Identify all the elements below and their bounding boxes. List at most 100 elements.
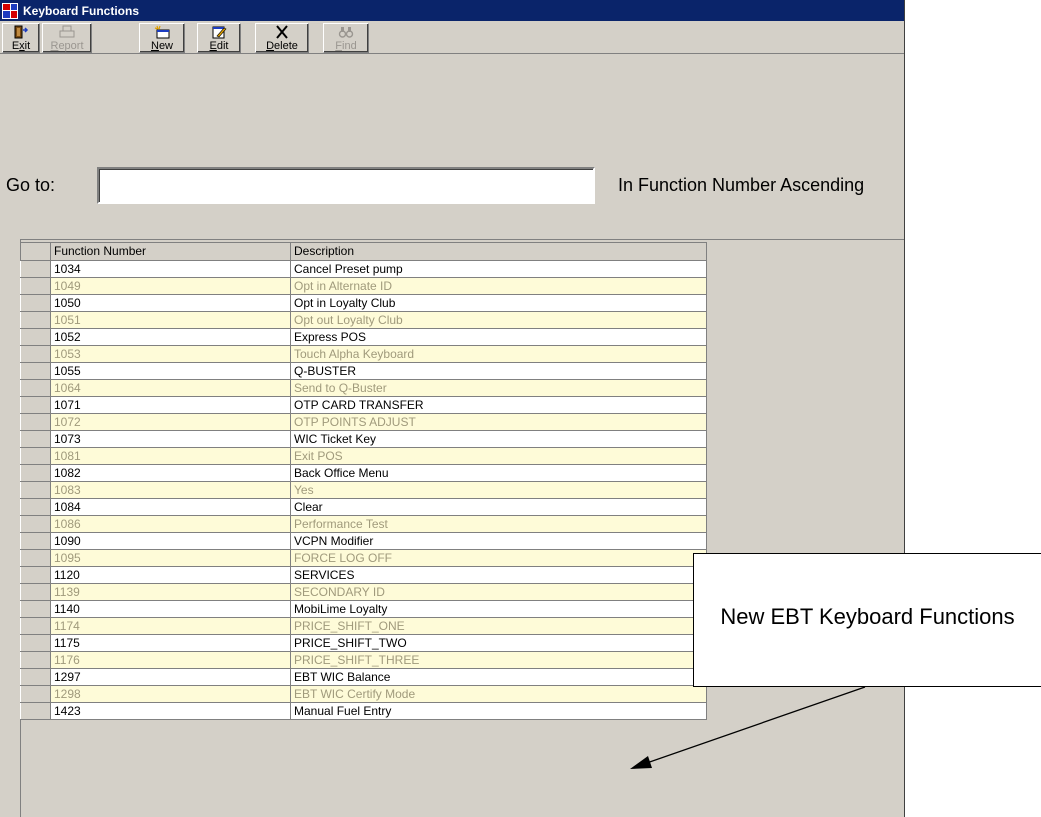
- function-number-cell[interactable]: 1175: [50, 634, 291, 652]
- description-cell[interactable]: SERVICES: [290, 566, 707, 584]
- row-selector[interactable]: [20, 464, 51, 482]
- table-row[interactable]: 1298 EBT WIC Certify Mode: [20, 685, 707, 703]
- goto-input[interactable]: [97, 167, 595, 204]
- row-selector[interactable]: [20, 634, 51, 652]
- table-row[interactable]: 1073 WIC Ticket Key: [20, 430, 707, 448]
- description-cell[interactable]: PRICE_SHIFT_ONE: [290, 617, 707, 635]
- description-cell[interactable]: Yes: [290, 481, 707, 499]
- column-header-description[interactable]: Description: [290, 242, 707, 261]
- description-cell[interactable]: Q-BUSTER: [290, 362, 707, 380]
- table-row[interactable]: 1086 Performance Test: [20, 515, 707, 533]
- table-row[interactable]: 1140 MobiLime Loyalty: [20, 600, 707, 618]
- row-selector[interactable]: [20, 549, 51, 567]
- row-selector[interactable]: [20, 311, 51, 329]
- column-header-function-number[interactable]: Function Number: [50, 242, 291, 261]
- row-selector[interactable]: [20, 345, 51, 363]
- table-row[interactable]: 1174 PRICE_SHIFT_ONE: [20, 617, 707, 635]
- description-cell[interactable]: Opt out Loyalty Club: [290, 311, 707, 329]
- description-cell[interactable]: WIC Ticket Key: [290, 430, 707, 448]
- report-button[interactable]: Report: [42, 23, 92, 53]
- new-button[interactable]: New: [139, 23, 185, 53]
- function-number-cell[interactable]: 1049: [50, 277, 291, 295]
- description-cell[interactable]: MobiLime Loyalty: [290, 600, 707, 618]
- table-row[interactable]: 1176 PRICE_SHIFT_THREE: [20, 651, 707, 669]
- table-row[interactable]: 1049 Opt in Alternate ID: [20, 277, 707, 295]
- function-number-cell[interactable]: 1071: [50, 396, 291, 414]
- function-number-cell[interactable]: 1055: [50, 362, 291, 380]
- description-cell[interactable]: Clear: [290, 498, 707, 516]
- table-row[interactable]: 1095 FORCE LOG OFF: [20, 549, 707, 567]
- table-row[interactable]: 1034 Cancel Preset pump: [20, 260, 707, 278]
- description-cell[interactable]: PRICE_SHIFT_TWO: [290, 634, 707, 652]
- function-number-cell[interactable]: 1298: [50, 685, 291, 703]
- function-number-cell[interactable]: 1174: [50, 617, 291, 635]
- function-number-cell[interactable]: 1084: [50, 498, 291, 516]
- function-number-cell[interactable]: 1052: [50, 328, 291, 346]
- row-selector[interactable]: [20, 583, 51, 601]
- function-number-cell[interactable]: 1083: [50, 481, 291, 499]
- row-selector[interactable]: [20, 362, 51, 380]
- row-selector[interactable]: [20, 328, 51, 346]
- table-row[interactable]: 1055 Q-BUSTER: [20, 362, 707, 380]
- row-selector[interactable]: [20, 498, 51, 516]
- function-number-cell[interactable]: 1034: [50, 260, 291, 278]
- function-number-cell[interactable]: 1139: [50, 583, 291, 601]
- description-cell[interactable]: OTP POINTS ADJUST: [290, 413, 707, 431]
- function-number-cell[interactable]: 1090: [50, 532, 291, 550]
- table-row[interactable]: 1084 Clear: [20, 498, 707, 516]
- function-number-cell[interactable]: 1082: [50, 464, 291, 482]
- row-selector[interactable]: [20, 702, 51, 720]
- description-cell[interactable]: Back Office Menu: [290, 464, 707, 482]
- find-button[interactable]: Find: [323, 23, 369, 53]
- description-cell[interactable]: VCPN Modifier: [290, 532, 707, 550]
- function-number-cell[interactable]: 1053: [50, 345, 291, 363]
- description-cell[interactable]: Cancel Preset pump: [290, 260, 707, 278]
- row-selector[interactable]: [20, 600, 51, 618]
- description-cell[interactable]: OTP CARD TRANSFER: [290, 396, 707, 414]
- table-row[interactable]: 1072 OTP POINTS ADJUST: [20, 413, 707, 431]
- function-number-cell[interactable]: 1140: [50, 600, 291, 618]
- edit-button[interactable]: Edit: [197, 23, 241, 53]
- delete-button[interactable]: Delete: [255, 23, 309, 53]
- description-cell[interactable]: Opt in Loyalty Club: [290, 294, 707, 312]
- row-selector[interactable]: [20, 532, 51, 550]
- row-selector[interactable]: [20, 277, 51, 295]
- table-row[interactable]: 1082 Back Office Menu: [20, 464, 707, 482]
- description-cell[interactable]: Opt in Alternate ID: [290, 277, 707, 295]
- function-number-cell[interactable]: 1072: [50, 413, 291, 431]
- table-row[interactable]: 1120 SERVICES: [20, 566, 707, 584]
- table-row[interactable]: 1083 Yes: [20, 481, 707, 499]
- function-number-cell[interactable]: 1297: [50, 668, 291, 686]
- row-selector[interactable]: [20, 430, 51, 448]
- table-row[interactable]: 1052 Express POS: [20, 328, 707, 346]
- table-row[interactable]: 1051 Opt out Loyalty Club: [20, 311, 707, 329]
- table-row[interactable]: 1081 Exit POS: [20, 447, 707, 465]
- description-cell[interactable]: FORCE LOG OFF: [290, 549, 707, 567]
- description-cell[interactable]: EBT WIC Balance: [290, 668, 707, 686]
- row-selector[interactable]: [20, 413, 51, 431]
- description-cell[interactable]: Performance Test: [290, 515, 707, 533]
- description-cell[interactable]: Manual Fuel Entry: [290, 702, 707, 720]
- row-selector[interactable]: [20, 379, 51, 397]
- table-row[interactable]: 1297 EBT WIC Balance: [20, 668, 707, 686]
- table-row[interactable]: 1050 Opt in Loyalty Club: [20, 294, 707, 312]
- row-selector[interactable]: [20, 447, 51, 465]
- function-number-cell[interactable]: 1120: [50, 566, 291, 584]
- row-selector[interactable]: [20, 515, 51, 533]
- row-selector[interactable]: [20, 396, 51, 414]
- function-number-cell[interactable]: 1095: [50, 549, 291, 567]
- row-selector[interactable]: [20, 617, 51, 635]
- description-cell[interactable]: Exit POS: [290, 447, 707, 465]
- row-selector[interactable]: [20, 651, 51, 669]
- description-cell[interactable]: PRICE_SHIFT_THREE: [290, 651, 707, 669]
- table-row[interactable]: 1423 Manual Fuel Entry: [20, 702, 707, 720]
- function-number-cell[interactable]: 1086: [50, 515, 291, 533]
- function-number-cell[interactable]: 1050: [50, 294, 291, 312]
- table-row[interactable]: 1139 SECONDARY ID: [20, 583, 707, 601]
- row-selector[interactable]: [20, 668, 51, 686]
- description-cell[interactable]: Touch Alpha Keyboard: [290, 345, 707, 363]
- function-number-cell[interactable]: 1423: [50, 702, 291, 720]
- row-selector[interactable]: [20, 260, 51, 278]
- row-selector[interactable]: [20, 566, 51, 584]
- row-selector[interactable]: [20, 685, 51, 703]
